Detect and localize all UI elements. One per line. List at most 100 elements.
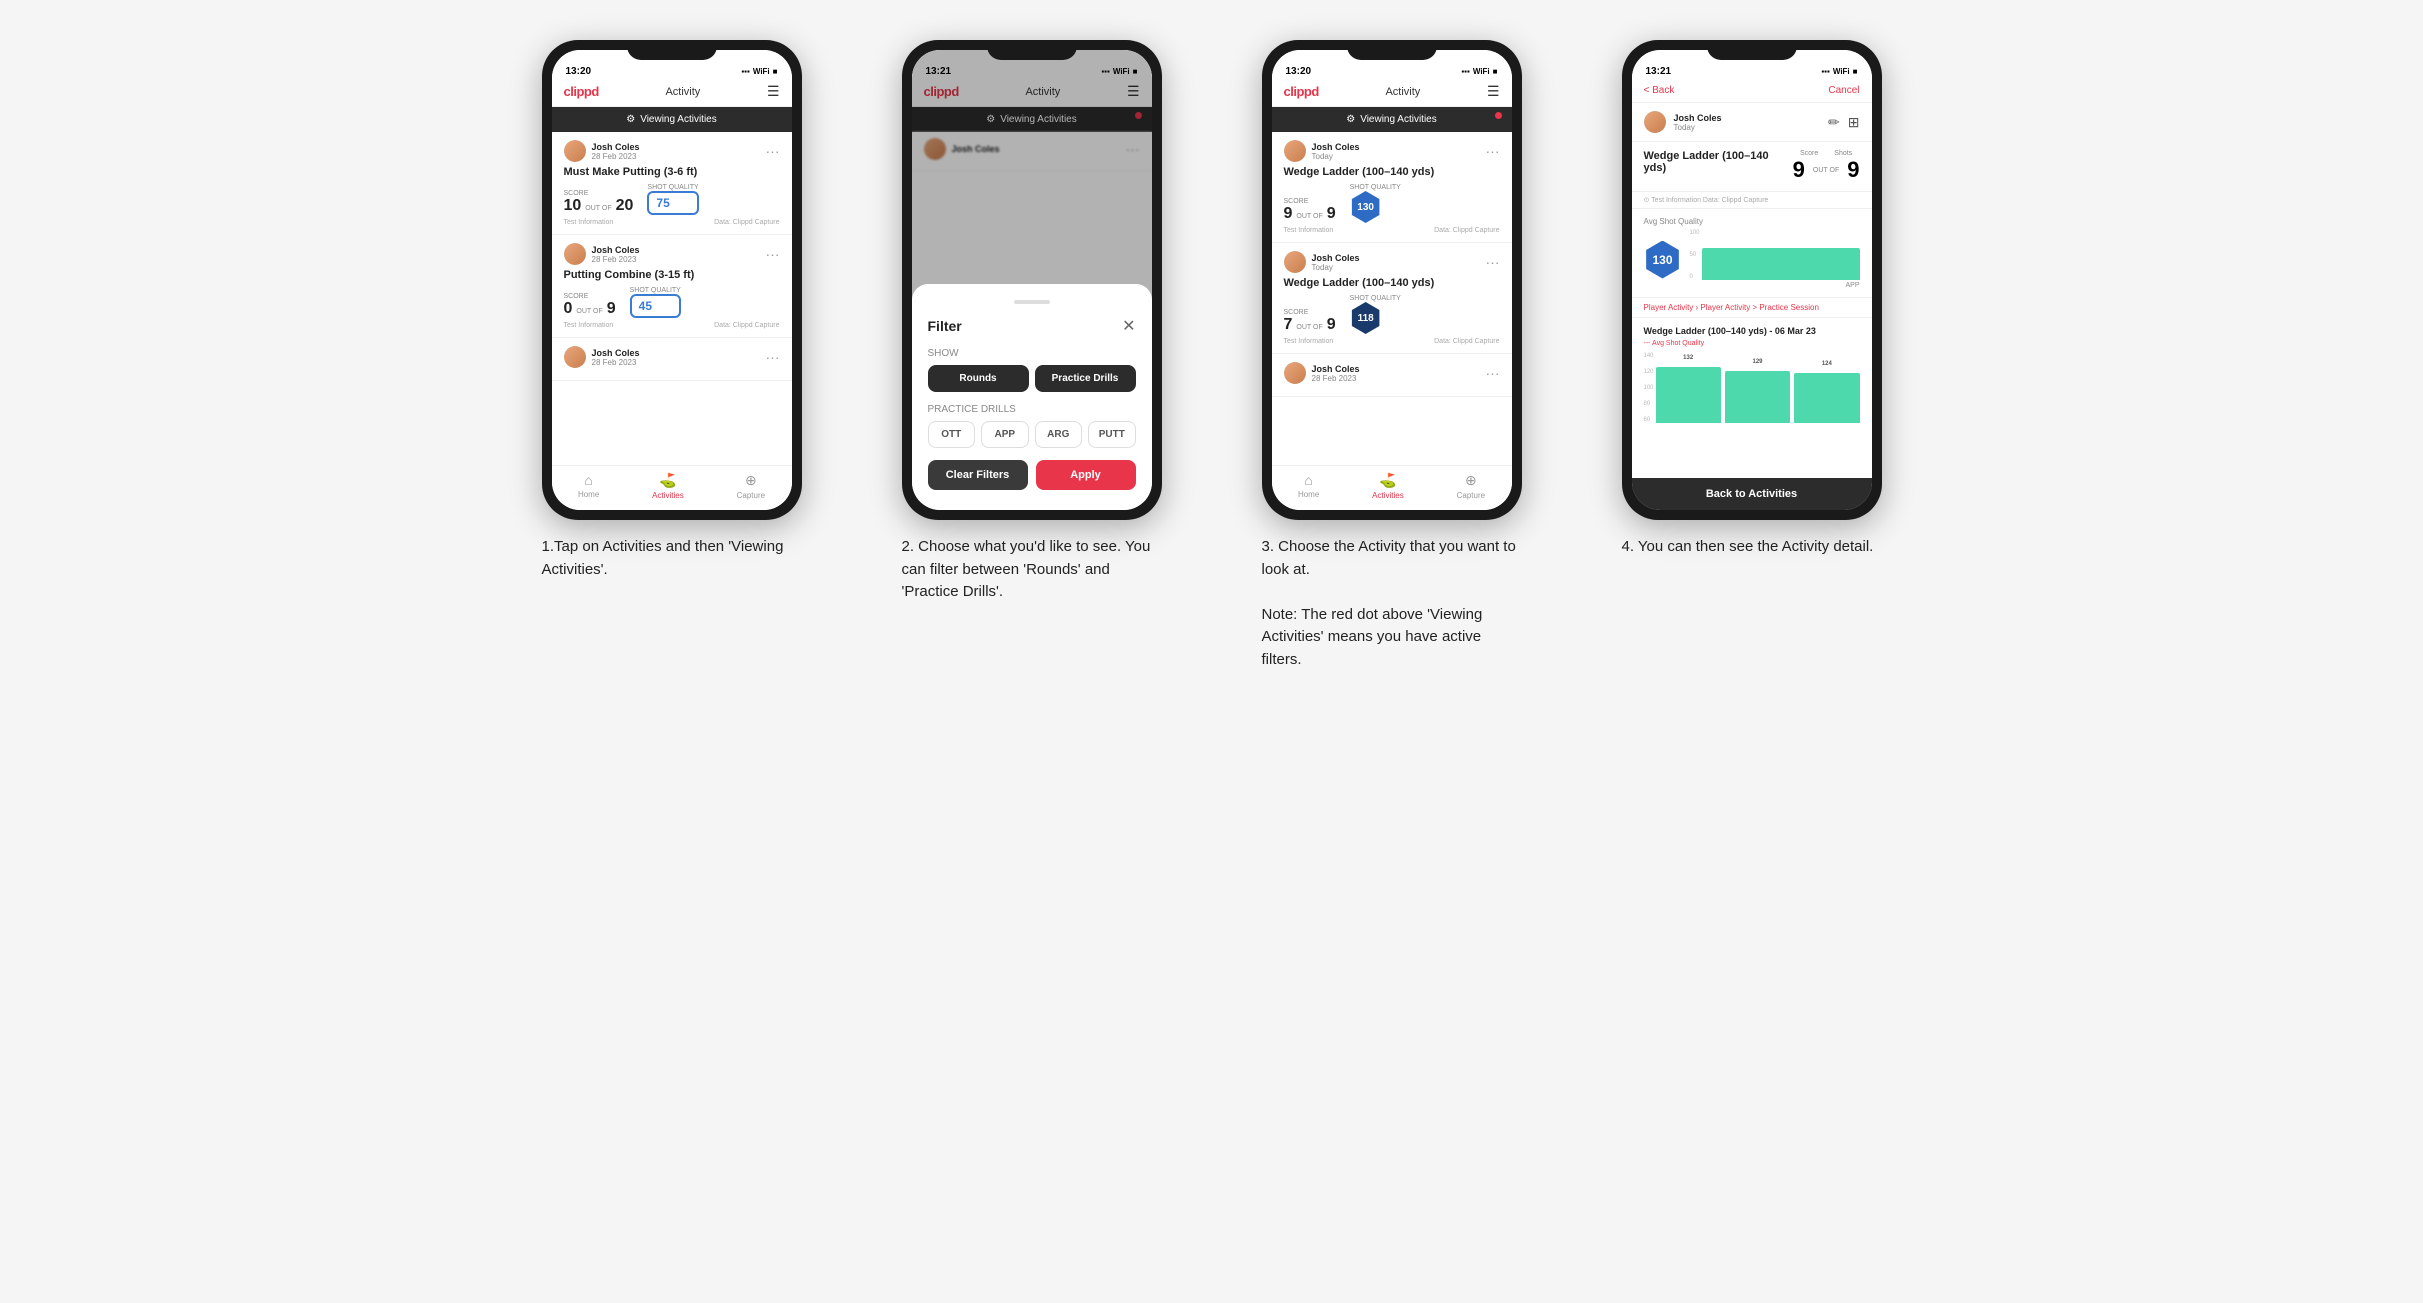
detail-chart-section-4: Avg Shot Quality 130 100 50 0 — [1632, 209, 1872, 298]
filter-header-2: Filter ✕ — [928, 316, 1136, 336]
user-date-3-2: Today — [1312, 263, 1360, 272]
user-date-1-3: 28 Feb 2023 — [592, 358, 640, 367]
card-dots-1-3[interactable]: ··· — [766, 350, 780, 364]
filter-close-2[interactable]: ✕ — [1122, 316, 1135, 336]
ott-btn-2[interactable]: OTT — [928, 421, 976, 448]
card-dots-3-1[interactable]: ··· — [1486, 144, 1500, 158]
menu-icon-3[interactable]: ☰ — [1487, 83, 1500, 100]
sq-badge-1-2: 45 — [630, 294, 681, 318]
detail-header-4: < Back Cancel — [1632, 79, 1872, 103]
expand-icon-4[interactable]: ⊞ — [1848, 114, 1860, 131]
card-dots-1-2[interactable]: ··· — [766, 247, 780, 261]
back-btn-4[interactable]: < Back — [1644, 85, 1675, 96]
back-to-activities-4[interactable]: Back to Activities — [1632, 478, 1872, 510]
capture-icon-1: ⊕ — [745, 472, 757, 489]
putt-btn-2[interactable]: PUTT — [1088, 421, 1136, 448]
arg-btn-2[interactable]: ARG — [1035, 421, 1083, 448]
filter-sheet-2: Filter ✕ Show Rounds Practice Drills Pra… — [912, 284, 1152, 510]
card-user-info-3-1: Josh Coles Today — [1284, 140, 1360, 162]
trend-axis-4: 140 120 100 80 60 — [1644, 353, 1654, 423]
user-date-3-3: 28 Feb 2023 — [1312, 374, 1360, 383]
nav-capture-1[interactable]: ⊕ Capture — [737, 472, 765, 500]
app-btn-2[interactable]: APP — [981, 421, 1029, 448]
user-name-3-3: Josh Coles — [1312, 364, 1360, 374]
phone-3: 13:20 ▪▪▪ WiFi ■ clippd Activity ☰ ⚙ V — [1262, 40, 1522, 520]
card-header-1-3: Josh Coles 28 Feb 2023 ··· — [564, 346, 780, 368]
home-label-1: Home — [578, 490, 599, 499]
user-info-1-1: Josh Coles 28 Feb 2023 — [592, 142, 640, 161]
chart-bar-label-4: APP — [1845, 282, 1859, 289]
capture-icon-3: ⊕ — [1465, 472, 1477, 489]
activity-card-3-2[interactable]: Josh Coles Today ··· Wedge Ladder (100–1… — [1272, 243, 1512, 354]
activity-card-1-3: Josh Coles 28 Feb 2023 ··· — [552, 338, 792, 381]
description-4: 4. You can then see the Activity detail. — [1622, 536, 1882, 559]
clear-filters-btn-2[interactable]: Clear Filters — [928, 460, 1028, 490]
nav-capture-3[interactable]: ⊕ Capture — [1457, 472, 1485, 500]
card-header-3-1: Josh Coles Today ··· — [1284, 140, 1500, 162]
apply-btn-2[interactable]: Apply — [1036, 460, 1136, 490]
status-time-3: 13:20 — [1286, 66, 1312, 77]
bottom-nav-1: ⌂ Home ⛳ Activities ⊕ Capture — [552, 465, 792, 510]
cancel-btn-4[interactable]: Cancel — [1828, 85, 1859, 96]
card-stats-1-1: Score 10 OUT OF 20 Shot Quality 75 — [564, 184, 780, 215]
activities-icon-3: ⛳ — [1379, 472, 1396, 489]
user-date-1-2: 28 Feb 2023 — [592, 255, 640, 264]
card-title-3-2: Wedge Ladder (100–140 yds) — [1284, 277, 1500, 289]
practice-session-label-4: Player Activity › Player Activity > Prac… — [1632, 298, 1872, 318]
user-date-1-1: 28 Feb 2023 — [592, 152, 640, 161]
nav-activities-1[interactable]: ⛳ Activities — [652, 472, 684, 500]
trend-bar-4-2: 129 — [1725, 371, 1790, 424]
phone-notch-3 — [1347, 40, 1437, 60]
column-2: 13:21 ▪▪▪ WiFi ■ clippd Activity ☰ ⚙ V — [872, 40, 1192, 671]
phone-1: 13:20 ▪▪▪ WiFi ■ clippd Activity ☰ ⚙ V — [542, 40, 802, 520]
column-4: 13:21 ▪▪▪ WiFi ■ < Back Cancel — [1592, 40, 1912, 671]
nav-home-3[interactable]: ⌂ Home — [1298, 472, 1319, 500]
wifi-icon: WiFi — [753, 67, 770, 76]
activity-card-1-2[interactable]: Josh Coles 28 Feb 2023 ··· Putting Combi… — [552, 235, 792, 338]
sq-label-1-1: Shot Quality — [647, 184, 698, 191]
capture-label-1: Capture — [737, 491, 765, 500]
red-dot-3 — [1495, 112, 1502, 119]
show-label-2: Show — [928, 348, 1136, 359]
footer-left-1-1: Test Information — [564, 219, 614, 226]
viewing-bar-3[interactable]: ⚙ Viewing Activities — [1272, 107, 1512, 132]
user-name-1-2: Josh Coles — [592, 245, 640, 255]
activity-card-3-1[interactable]: Josh Coles Today ··· Wedge Ladder (100–1… — [1272, 132, 1512, 243]
user-date-4: Today — [1674, 123, 1722, 132]
status-time-4: 13:21 — [1646, 66, 1672, 77]
detail-outof-4: 9 — [1847, 157, 1859, 183]
filter-title-2: Filter — [928, 318, 962, 334]
user-name-3-2: Josh Coles — [1312, 253, 1360, 263]
practice-drills-btn-2[interactable]: Practice Drills — [1035, 365, 1136, 392]
description-1: 1.Tap on Activities and then 'Viewing Ac… — [542, 536, 802, 581]
card-dots-3-2[interactable]: ··· — [1486, 255, 1500, 269]
screen-content-4: Wedge Ladder (100–140 yds) Score Shots — [1632, 142, 1872, 510]
trend-section-4: Wedge Ladder (100–140 yds) - 06 Mar 23 -… — [1632, 318, 1872, 431]
sq-hex-3-1: 130 — [1350, 191, 1382, 223]
signal-icon-4: ▪▪▪ — [1821, 67, 1830, 76]
card-header-3-2: Josh Coles Today ··· — [1284, 251, 1500, 273]
battery-icon: ■ — [773, 67, 778, 76]
nav-home-1[interactable]: ⌂ Home — [578, 472, 599, 500]
detail-score-4: 9 — [1793, 157, 1805, 183]
home-icon-3: ⌂ — [1304, 472, 1312, 488]
card-footer-3-1: Test Information Data: Clippd Capture — [1284, 227, 1500, 234]
edit-icon-4[interactable]: ✏ — [1828, 114, 1840, 131]
activity-card-1-1[interactable]: Josh Coles 28 Feb 2023 ··· Must Make Put… — [552, 132, 792, 235]
user-name-1-3: Josh Coles — [592, 348, 640, 358]
rounds-btn-2[interactable]: Rounds — [928, 365, 1029, 392]
status-icons-4: ▪▪▪ WiFi ■ — [1821, 67, 1857, 76]
signal-icon: ▪▪▪ — [741, 67, 750, 76]
viewing-bar-1[interactable]: ⚙ Viewing Activities — [552, 107, 792, 132]
wifi-icon-4: WiFi — [1833, 67, 1850, 76]
card-user-info-1-2: Josh Coles 28 Feb 2023 — [564, 243, 640, 265]
menu-icon-1[interactable]: ☰ — [767, 83, 780, 100]
sq-hex-3-2: 118 — [1350, 302, 1382, 334]
phone-inner-4: 13:21 ▪▪▪ WiFi ■ < Back Cancel — [1632, 50, 1872, 510]
sq-label-1-2: Shot Quality — [630, 287, 681, 294]
card-dots-1-1[interactable]: ··· — [766, 144, 780, 158]
trend-chart-4: 132 129 124 — [1656, 353, 1860, 423]
viewing-activities-label-1: Viewing Activities — [640, 114, 717, 125]
nav-activities-3[interactable]: ⛳ Activities — [1372, 472, 1404, 500]
bar-app-4 — [1702, 248, 1860, 281]
